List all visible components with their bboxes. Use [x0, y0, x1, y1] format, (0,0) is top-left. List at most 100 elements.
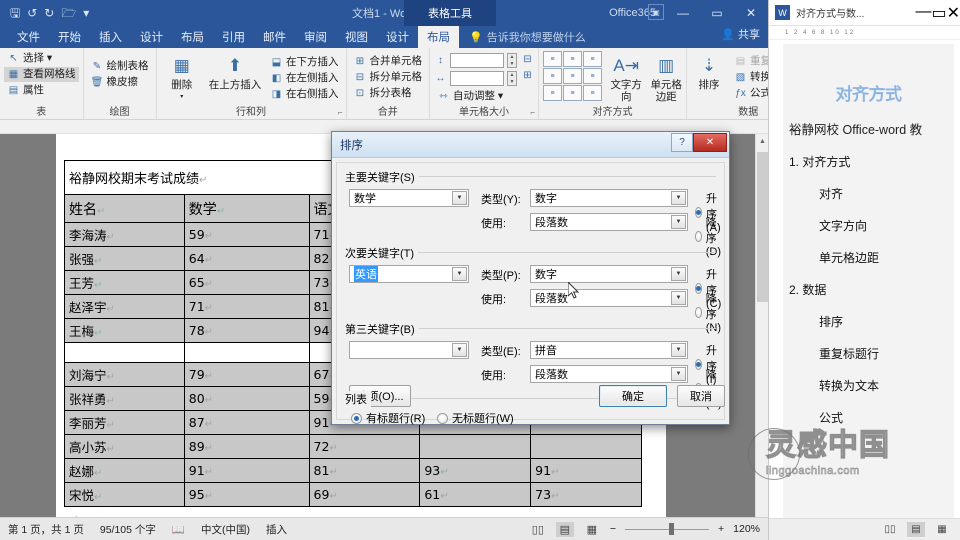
distribute-columns-icon[interactable]: ⊞: [521, 69, 534, 82]
align-center-right-icon[interactable]: ≡: [583, 68, 602, 84]
cell-chinese[interactable]: 69↵: [308, 482, 421, 507]
without-header-radio[interactable]: 无标题行(W): [437, 410, 514, 426]
third-type-combo[interactable]: 拼音 ▼: [530, 341, 688, 359]
print-view-icon[interactable]: ▤: [907, 522, 925, 537]
vertical-scroll-thumb[interactable]: [757, 152, 768, 302]
third-using-combo[interactable]: 段落数 ▼: [530, 365, 688, 383]
tab-design[interactable]: 设计: [131, 26, 172, 48]
cell-math[interactable]: 59↵: [183, 222, 310, 247]
cell-math[interactable]: 89↵: [183, 434, 310, 459]
tab-review[interactable]: 审阅: [295, 26, 336, 48]
cell-math[interactable]: 71↵: [183, 294, 310, 319]
language-label[interactable]: 中文(中国): [201, 522, 250, 537]
chevron-down-icon[interactable]: ▼: [671, 343, 686, 357]
eraser-button[interactable]: 🗑 橡皮擦: [88, 75, 152, 90]
vertical-scrollbar[interactable]: ▲ ▼: [755, 134, 768, 540]
ribbon-display-options-icon[interactable]: ▣: [648, 4, 664, 20]
word-count[interactable]: 95/105 个字: [100, 522, 156, 537]
tab-table-design[interactable]: 设计: [377, 26, 418, 48]
distribute-rows-icon[interactable]: ⊟: [521, 53, 534, 66]
header-cell-math[interactable]: 数学↵: [183, 194, 310, 223]
insert-left-button[interactable]: ◧ 在左侧插入: [267, 71, 342, 86]
read-view-icon[interactable]: ▯▯: [881, 522, 899, 537]
cell-name[interactable]: 高小苏↵: [64, 434, 185, 459]
tab-file[interactable]: 文件: [8, 26, 49, 48]
merge-cells-button[interactable]: ⊞ 合并单元格: [351, 54, 426, 69]
web-view-icon[interactable]: ▦: [583, 522, 601, 537]
view-gridlines-button[interactable]: ▦ 查看网格线: [4, 67, 79, 82]
print-view-icon[interactable]: ▤: [555, 521, 574, 537]
zoom-in-button[interactable]: +: [718, 523, 724, 535]
column-width-input[interactable]: [450, 71, 504, 86]
cell-math[interactable]: 65↵: [183, 270, 310, 295]
align-bottom-left-icon[interactable]: ≡: [543, 85, 562, 101]
scroll-up-arrow[interactable]: ▲: [756, 134, 768, 148]
secondary-key-combo[interactable]: 英语 ▼: [349, 265, 469, 283]
cell-4[interactable]: [419, 434, 532, 459]
autofit-button[interactable]: ⇿ 自动调整 ▾: [434, 89, 517, 104]
read-view-icon[interactable]: ▯▯: [529, 522, 547, 537]
cell-size-dialog-launcher[interactable]: ⌐: [530, 108, 535, 117]
cell-name[interactable]: 王梅↵: [64, 318, 185, 343]
chevron-down-icon[interactable]: ▼: [452, 267, 467, 281]
ribbon-tab-strip[interactable]: 文件 开始 插入 设计 布局 引用 邮件 审阅 视图 设计 布局 💡 告诉我你想…: [0, 26, 768, 48]
cell-math[interactable]: 80↵: [183, 386, 310, 411]
chevron-down-icon[interactable]: ▼: [452, 343, 467, 357]
proofing-icon[interactable]: 📖: [172, 523, 185, 536]
secondary-using-combo[interactable]: 段落数 ▼: [530, 289, 688, 307]
secondary-minimize-button[interactable]: —: [915, 3, 931, 23]
secondary-horizontal-ruler[interactable]: 1 2 4 6 8 10 12: [769, 26, 960, 40]
insert-mode-label[interactable]: 插入: [266, 522, 287, 537]
column-width-stepper[interactable]: ↔ ▲ ▼: [434, 71, 517, 86]
chevron-down-icon[interactable]: ▼: [452, 191, 467, 205]
formula-button[interactable]: ƒx 公式: [731, 86, 768, 101]
secondary-document-page[interactable]: 对齐方式 裕静网校 Office-word 教 1. 对齐方式 对齐 文字方向 …: [783, 44, 954, 518]
tab-insert[interactable]: 插入: [90, 26, 131, 48]
third-key-combo[interactable]: ▼: [349, 341, 469, 359]
primary-using-combo[interactable]: 段落数 ▼: [530, 213, 688, 231]
tab-references[interactable]: 引用: [213, 26, 254, 48]
cell-math[interactable]: 87↵: [183, 410, 310, 435]
align-top-left-icon[interactable]: ≡: [543, 51, 562, 67]
cell-4[interactable]: 61↵: [419, 482, 532, 507]
cell-name[interactable]: 刘海宁↵: [64, 362, 185, 387]
cell-chinese[interactable]: 72↵: [308, 434, 421, 459]
minimize-button[interactable]: —: [666, 0, 700, 26]
align-bottom-right-icon[interactable]: ≡: [583, 85, 602, 101]
tab-home[interactable]: 开始: [49, 26, 90, 48]
with-header-radio[interactable]: 有标题行(R): [351, 410, 425, 426]
cell-5[interactable]: 73↵: [530, 482, 642, 507]
cell-math[interactable]: 78↵: [183, 318, 310, 343]
align-center-left-icon[interactable]: ≡: [543, 68, 562, 84]
split-table-button[interactable]: ⊡ 拆分表格: [351, 86, 426, 101]
cell-math[interactable]: 95↵: [183, 482, 310, 507]
secondary-maximize-button[interactable]: ▭: [931, 3, 946, 23]
chevron-down-icon[interactable]: ▼: [671, 291, 686, 305]
chevron-down-icon[interactable]: ▼: [671, 215, 686, 229]
window-buttons[interactable]: — ▭ ✕: [666, 0, 768, 26]
row-height-stepper[interactable]: ↕ ▲ ▼: [434, 53, 517, 68]
chevron-down-icon[interactable]: ▼: [671, 367, 686, 381]
sort-dialog[interactable]: 排序 ? ✕ 主要关键字(S) 数学 ▼ 类型(Y): 数字 ▼ 使用: 段落数…: [331, 131, 730, 425]
cell-math[interactable]: 79↵: [183, 362, 310, 387]
cell-math[interactable]: 64↵: [183, 246, 310, 271]
cancel-button[interactable]: 取消: [677, 385, 725, 407]
tab-view[interactable]: 视图: [336, 26, 377, 48]
zoom-level-label[interactable]: 120%: [733, 523, 760, 535]
primary-type-combo[interactable]: 数字 ▼: [530, 189, 688, 207]
row-height-input[interactable]: [450, 53, 504, 68]
insert-below-button[interactable]: ⬓ 在下方插入: [267, 55, 342, 70]
cell-name[interactable]: 赵泽宇↵: [64, 294, 185, 319]
draw-table-button[interactable]: ✎ 绘制表格: [88, 59, 152, 74]
tell-me-box[interactable]: 💡 告诉我你想要做什么: [469, 26, 586, 48]
cell-5[interactable]: 91↵: [530, 458, 642, 483]
tab-layout[interactable]: 布局: [172, 26, 213, 48]
page-info[interactable]: 第 1 页，共 1 页: [8, 522, 84, 537]
select-button[interactable]: ↖ 选择 ▾: [4, 51, 79, 66]
cell-name[interactable]: 赵娜↵: [64, 458, 185, 483]
zoom-out-button[interactable]: −: [610, 523, 616, 535]
align-bottom-center-icon[interactable]: ≡: [563, 85, 582, 101]
secondary-document-area[interactable]: 对齐方式 裕静网校 Office-word 教 1. 对齐方式 对齐 文字方向 …: [769, 40, 960, 518]
chevron-down-icon[interactable]: ▼: [671, 191, 686, 205]
help-button[interactable]: ?: [671, 132, 693, 152]
